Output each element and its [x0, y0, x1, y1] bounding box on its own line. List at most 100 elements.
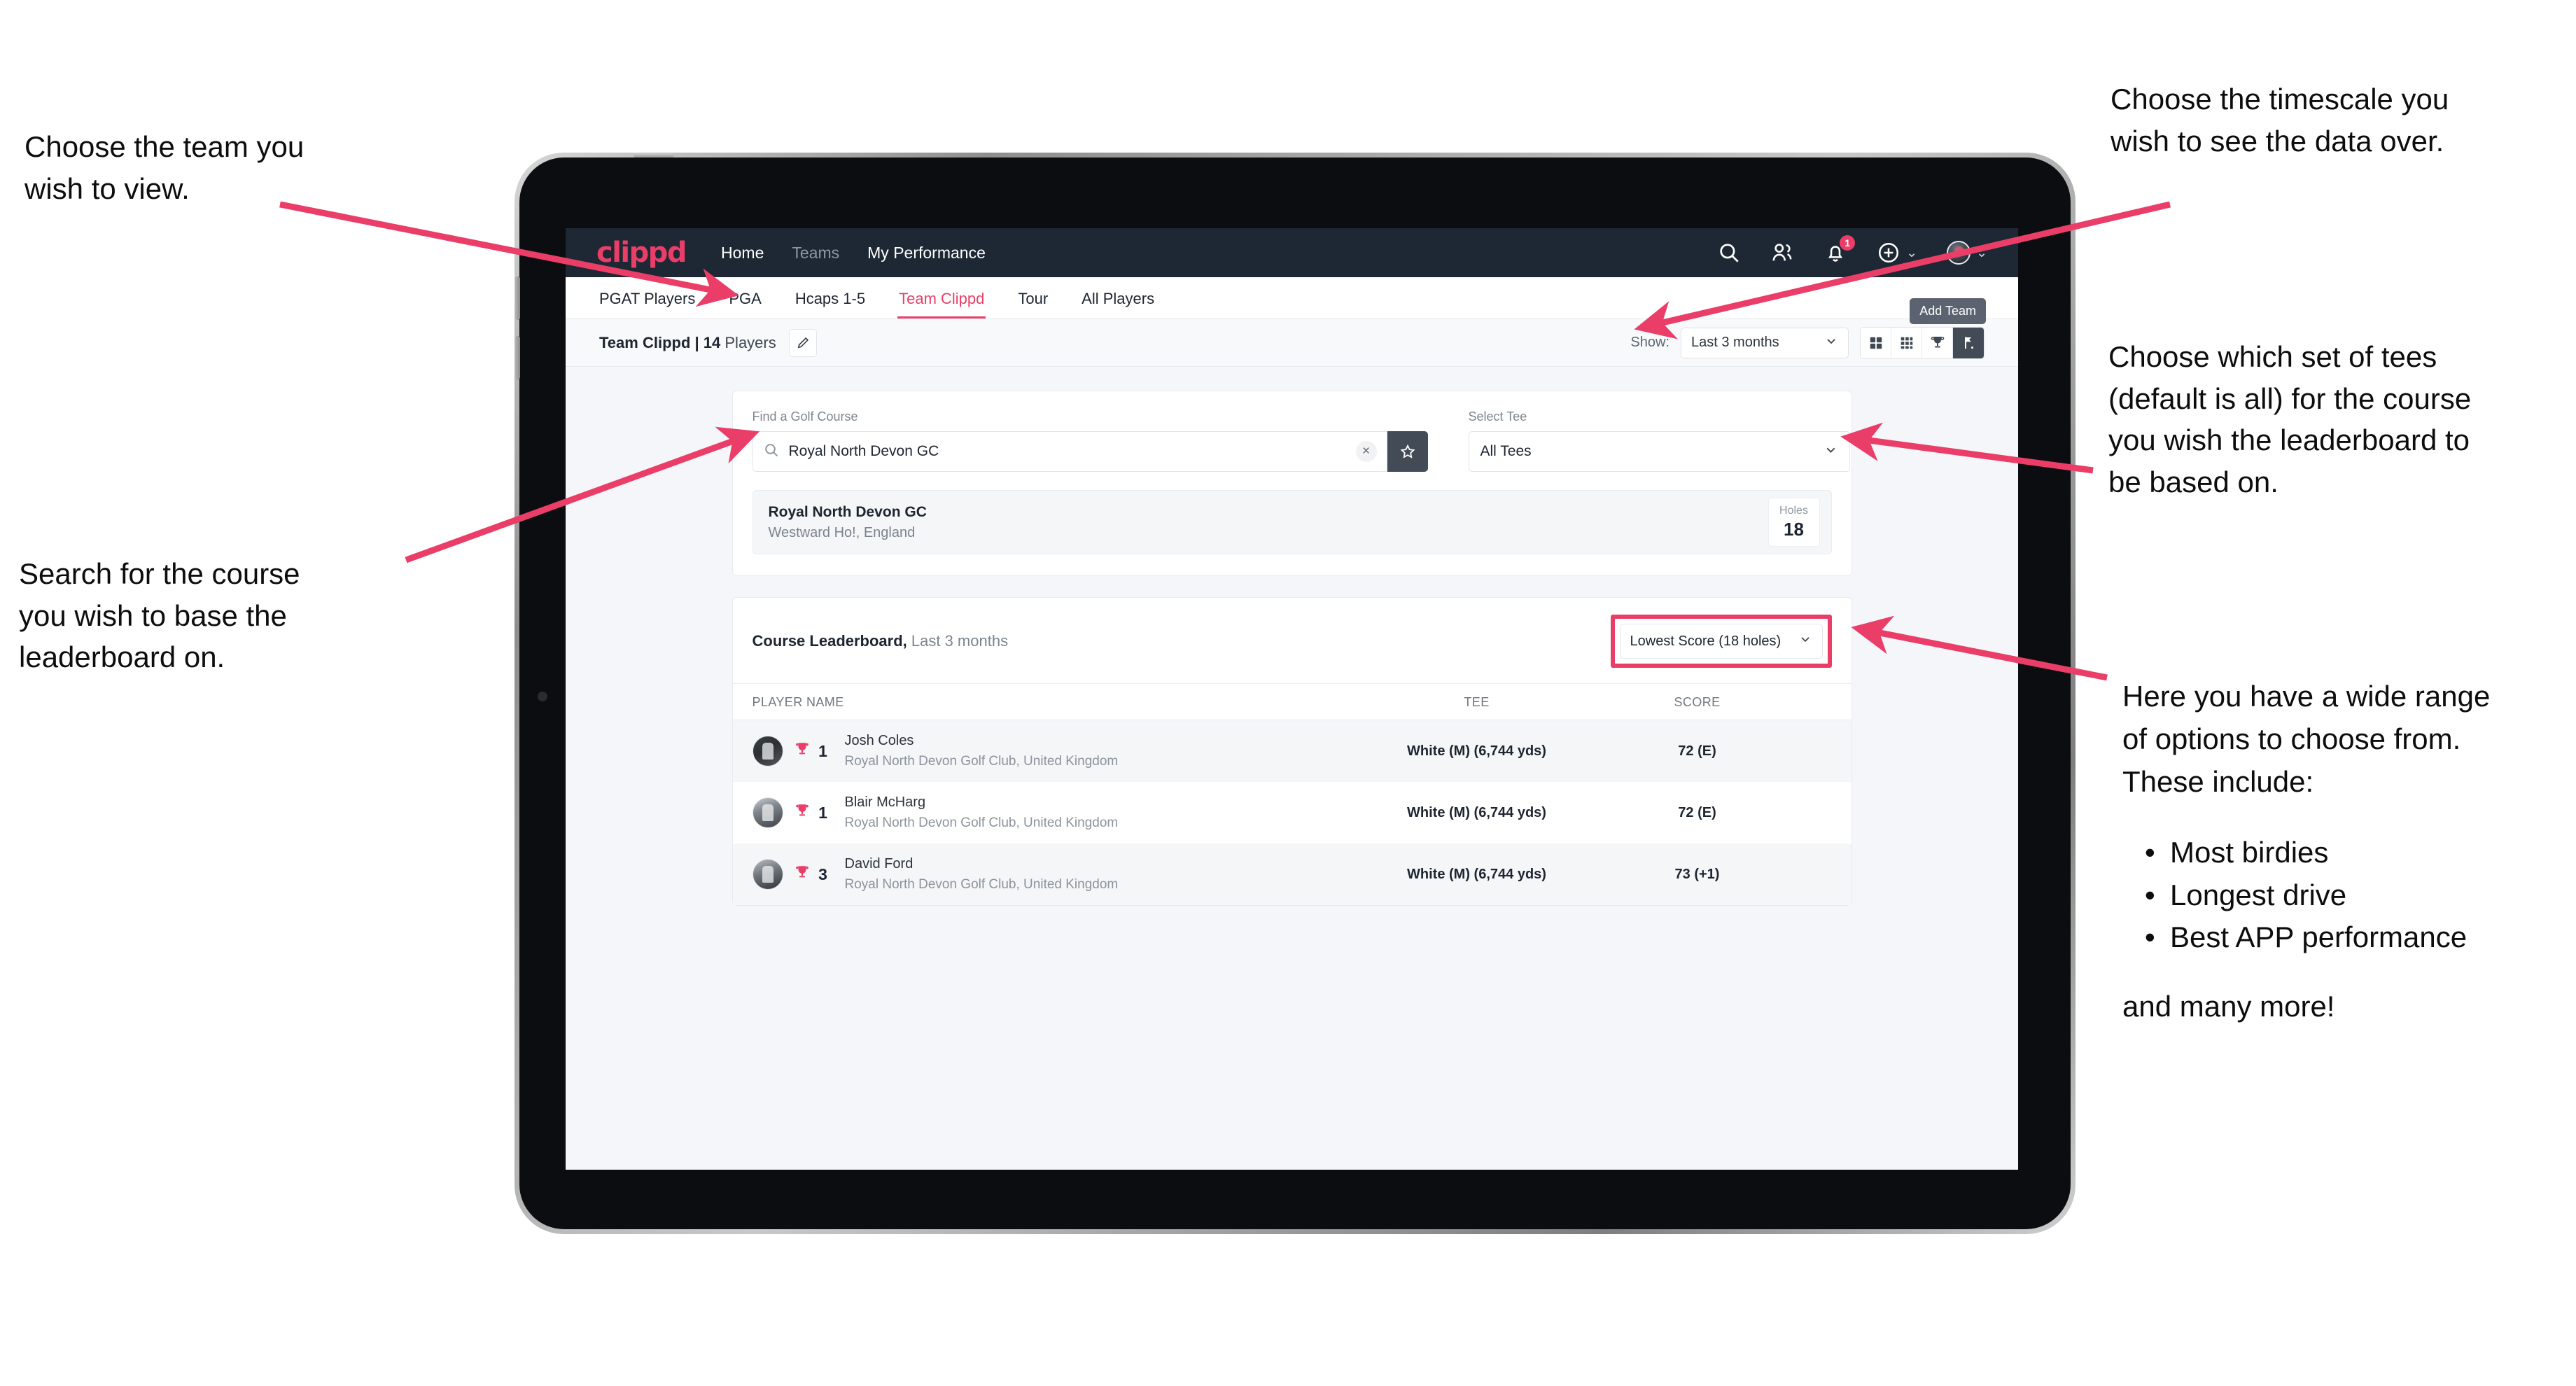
- leaderboard-metric-value: Lowest Score (18 holes): [1630, 633, 1782, 649]
- player-name: David Ford: [844, 856, 913, 872]
- page-root: Choose the team you wish to view. Search…: [0, 0, 2576, 1386]
- leaderboard-title-sub: Last 3 months: [906, 632, 1009, 650]
- annotation-option-label: Longest drive: [2170, 878, 2347, 911]
- trophy-icon: [793, 864, 811, 886]
- grid-3x3-view-button[interactable]: [1891, 327, 1922, 358]
- trophy-icon: [793, 802, 811, 824]
- annotation-choose-team: Choose the team you wish to view.: [24, 130, 304, 205]
- favourite-course-button[interactable]: [1387, 431, 1428, 472]
- avatar: [752, 736, 783, 766]
- course-search-value: Royal North Devon GC: [788, 443, 939, 459]
- tablet-sensor: [538, 692, 547, 701]
- team-name: Team Clippd: [599, 333, 691, 351]
- holes-value: 18: [1784, 518, 1804, 540]
- timescale-select[interactable]: Last 3 months: [1681, 327, 1849, 358]
- course-search-label: Find a Golf Course: [752, 410, 858, 424]
- nav-link-teams[interactable]: Teams: [792, 244, 839, 262]
- course-result-row[interactable]: Royal North Devon GC Westward Ho!, Engla…: [752, 490, 1832, 554]
- toolbar-right: Show: Last 3 months: [1630, 326, 1984, 359]
- avatar: [752, 797, 783, 828]
- select-tee-label: Select Tee: [1468, 410, 1527, 424]
- team-sep: |: [690, 333, 704, 351]
- navbar: clippd Home Teams My Performance 1 ⌄ ⌄: [566, 228, 2018, 277]
- course-search-card: Find a Golf Course Royal North Devon GC …: [732, 391, 1852, 576]
- annotation-timescale: Choose the timescale you wish to see the…: [2110, 83, 2449, 158]
- rank-value: 1: [818, 741, 827, 760]
- player-club: Royal North Devon Golf Club, United King…: [844, 754, 1119, 769]
- table-row[interactable]: 1 Josh Coles Royal North Devon Golf Club…: [732, 720, 1851, 782]
- player-name: Josh Coles: [844, 733, 914, 748]
- edit-team-button[interactable]: [788, 328, 817, 357]
- bullet-icon: •: [2145, 920, 2155, 954]
- annotation-option-item: • Most birdies: [2145, 832, 2490, 874]
- tablet-power-button: [634, 153, 674, 158]
- annotation-option-label: Most birdies: [2170, 835, 2329, 869]
- holes-label: Holes: [1779, 504, 1808, 517]
- tab-all-players[interactable]: All Players: [1080, 278, 1156, 318]
- tab-team-clippd[interactable]: Team Clippd: [897, 278, 986, 318]
- rank-value: 1: [818, 803, 827, 822]
- grid-2x2-view-button[interactable]: [1861, 327, 1891, 358]
- course-result-info: Royal North Devon GC Westward Ho!, Engla…: [769, 504, 927, 541]
- flag-view-button[interactable]: [1953, 327, 1984, 358]
- trophy-view-button[interactable]: [1922, 327, 1953, 358]
- leaderboard-header: Course Leaderboard, Last 3 months Lowest…: [732, 598, 1851, 684]
- leaderboard-metric-select[interactable]: Lowest Score (18 holes): [1619, 624, 1823, 659]
- team-toolbar: Team Clippd | 14 Players Show: Last 3 mo…: [566, 319, 2018, 367]
- avatar: [752, 859, 783, 890]
- player-club: Royal North Devon Golf Club, United King…: [844, 816, 1119, 830]
- nav-link-my-performance[interactable]: My Performance: [867, 244, 986, 262]
- select-tee-dropdown[interactable]: All Tees: [1468, 431, 1850, 472]
- people-icon[interactable]: [1770, 241, 1794, 265]
- course-result-name: Royal North Devon GC: [768, 503, 927, 520]
- annotation-options-outro: and many more!: [2122, 990, 2335, 1023]
- search-icon: [763, 442, 780, 462]
- course-search-field: Find a Golf Course Royal North Devon GC …: [752, 410, 1428, 472]
- clippd-logo[interactable]: clippd: [596, 237, 687, 269]
- rank-value: 3: [818, 864, 827, 883]
- chevron-down-icon: [1823, 442, 1838, 461]
- tab-pgat-players[interactable]: PGAT Players: [598, 278, 696, 318]
- profile-menu[interactable]: ⌄: [1947, 241, 1987, 265]
- course-search-input[interactable]: Royal North Devon GC ×: [752, 431, 1387, 472]
- navbar-links: Home Teams My Performance: [721, 244, 986, 262]
- holes-badge: Holes 18: [1768, 498, 1820, 547]
- timescale-value: Last 3 months: [1691, 335, 1779, 350]
- player-club: Royal North Devon Golf Club, United King…: [844, 877, 1119, 892]
- table-row[interactable]: 3 David Ford Royal North Devon Golf Club…: [732, 844, 1851, 905]
- notification-badge: 1: [1840, 235, 1856, 251]
- player-name: Blair McHarg: [844, 794, 926, 810]
- leaderboard-title: Course Leaderboard, Last 3 months: [752, 632, 1009, 650]
- annotation-options: Here you have a wide range of options to…: [2122, 676, 2490, 1028]
- annotation-option-item: • Longest drive: [2145, 874, 2490, 917]
- tee-value: White (M) (6,744 yds): [1407, 866, 1546, 882]
- search-icon[interactable]: [1717, 241, 1741, 265]
- chevron-down-icon: ⌄: [1976, 245, 1987, 260]
- tab-tour[interactable]: Tour: [1016, 278, 1049, 318]
- table-row[interactable]: 1 Blair McHarg Royal North Devon Golf Cl…: [733, 782, 1851, 844]
- nav-link-home[interactable]: Home: [721, 244, 764, 262]
- avatar[interactable]: [1947, 241, 1971, 265]
- trophy-icon: [793, 741, 811, 762]
- tee-value: White (M) (6,744 yds): [1407, 804, 1546, 820]
- chevron-down-icon: [1798, 632, 1812, 650]
- chevron-down-icon: ⌄: [1906, 245, 1918, 260]
- course-result-location: Westward Ho!, England: [768, 524, 916, 540]
- add-menu[interactable]: ⌄: [1877, 241, 1917, 265]
- plus-circle-icon[interactable]: [1877, 241, 1900, 265]
- bullet-icon: •: [2145, 878, 2155, 911]
- annotation-options-intro: Here you have a wide range of options to…: [2122, 680, 2491, 798]
- column-header-player-name: PLAYER NAME: [752, 695, 844, 709]
- score-value: 72 (E): [1678, 804, 1716, 820]
- tab-pga[interactable]: PGA: [727, 278, 762, 318]
- leaderboard-title-main: Course Leaderboard,: [752, 632, 907, 650]
- annotation-select-tees: Choose which set of tees (default is all…: [2108, 340, 2472, 498]
- column-header-tee: TEE: [1464, 695, 1490, 709]
- team-tabs: PGAT Players PGA Hcaps 1-5 Team Clippd T…: [566, 277, 2018, 324]
- select-tee-value: All Tees: [1480, 443, 1532, 459]
- tab-hcaps-1-5[interactable]: Hcaps 1-5: [794, 278, 867, 318]
- metric-select-highlight: Lowest Score (18 holes): [1610, 615, 1832, 668]
- clear-search-button[interactable]: ×: [1355, 441, 1377, 462]
- show-label: Show:: [1630, 335, 1670, 350]
- bell-icon[interactable]: 1: [1823, 235, 1856, 265]
